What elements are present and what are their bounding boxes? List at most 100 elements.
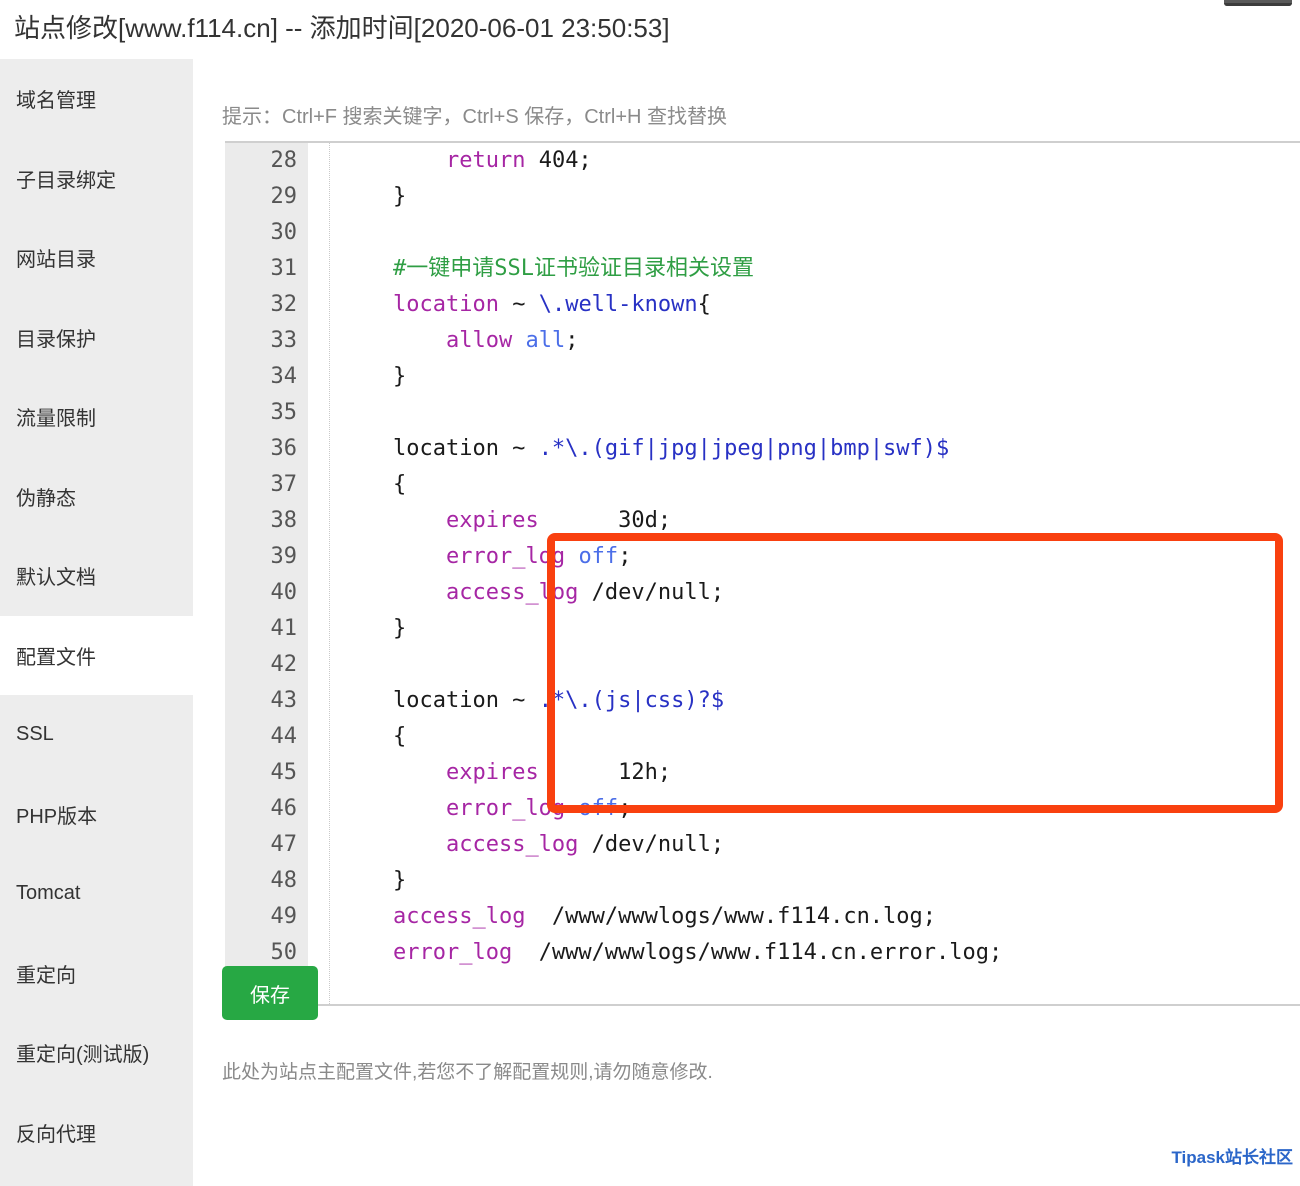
code-line[interactable]: 50 error_log /www/wwwlogs/www.f114.cn.er…	[225, 935, 1300, 971]
code-line[interactable]: 36 location ~ .*\.(gif|jpg|jpeg|png|bmp|…	[225, 431, 1300, 467]
code-line[interactable]: 38 expires 30d;	[225, 503, 1300, 539]
line-content: #一键申请SSL证书验证目录相关设置	[340, 256, 754, 281]
line-number: 43	[270, 688, 298, 713]
line-content: location ~ .*\.(gif|jpg|jpeg|png|bmp|swf…	[340, 436, 950, 461]
code-line[interactable]: 46 error_log off;	[225, 791, 1300, 827]
line-content: error_log off;	[445, 544, 632, 569]
line-content: error_log off;	[445, 796, 632, 821]
line-number: 46	[270, 796, 298, 821]
main-panel: 提示：Ctrl+F 搜索关键字，Ctrl+S 保存，Ctrl+H 查找替换 28…	[193, 59, 1300, 1186]
sidebar-item-9[interactable]: PHP版本	[0, 775, 193, 855]
sidebar-item-label: 流量限制	[16, 408, 96, 431]
sidebar-item-label: SSL	[16, 723, 54, 746]
line-number: 48	[270, 868, 298, 893]
sidebar-item-3[interactable]: 目录保护	[0, 298, 193, 378]
line-number: 40	[270, 580, 298, 605]
sidebar-item-7[interactable]: 配置文件	[0, 615, 193, 695]
code-line[interactable]: 33 allow all;	[225, 323, 1300, 359]
sidebar-item-label: Tomcat	[16, 882, 81, 905]
code-line[interactable]: 37 {	[225, 467, 1300, 503]
page-title: 站点修改[www.f114.cn] -- 添加时间[2020-06-01 23:…	[14, 13, 670, 43]
config-warning-note: 此处为站点主配置文件,若您不了解配置规则,请勿随意修改.	[222, 1062, 713, 1083]
code-line[interactable]: 43 location ~ .*\.(js|css)?$	[225, 683, 1300, 719]
sidebar-item-label: 子目录绑定	[16, 169, 116, 192]
line-number: 34	[270, 364, 298, 389]
line-content: {	[340, 724, 407, 749]
sidebar-item-label: 默认文档	[16, 567, 96, 590]
line-content: location ~ \.well-known{	[392, 292, 711, 317]
line-number: 39	[270, 544, 298, 569]
sidebar-item-label: 伪静态	[16, 487, 76, 510]
line-number: 49	[270, 904, 298, 929]
line-content: }	[340, 868, 407, 893]
code-line[interactable]: 45 expires 12h;	[225, 755, 1300, 791]
sidebar-item-13[interactable]: 反向代理	[0, 1093, 193, 1173]
sidebar-item-10[interactable]: Tomcat	[0, 854, 193, 934]
sidebar-item-label: 域名管理	[16, 90, 96, 113]
line-number: 41	[270, 616, 298, 641]
sidebar: 域名管理子目录绑定网站目录目录保护流量限制伪静态默认文档配置文件 SSL PHP版本…	[0, 59, 193, 1186]
code-line[interactable]: 28 return 404;	[225, 143, 1300, 179]
code-line[interactable]: 49 access_log /www/wwwlogs/www.f114.cn.l…	[225, 899, 1300, 935]
code-line[interactable]: 48 }	[225, 863, 1300, 899]
sidebar-item-label: PHP版本	[16, 805, 98, 828]
line-number: 36	[270, 436, 298, 461]
line-number: 33	[270, 328, 298, 353]
line-number: 47	[270, 832, 298, 857]
line-content: allow all;	[445, 328, 579, 353]
code-line[interactable]: 44 {	[225, 719, 1300, 755]
line-number: 45	[270, 760, 298, 785]
sidebar-item-4[interactable]: 流量限制	[0, 377, 193, 457]
line-content: {	[340, 472, 407, 497]
line-number: 35	[270, 400, 298, 425]
code-line[interactable]: 42	[225, 647, 1300, 683]
code-line[interactable]: 39 error_log off;	[225, 539, 1300, 575]
line-content: access_log /www/wwwlogs/www.f114.cn.log;	[392, 904, 937, 929]
code-line[interactable]: 34 }	[225, 359, 1300, 395]
editor-code-area[interactable]: 28 return 404; 29 } 30 31 #一键申请SSL证书验证目录相关设…	[225, 143, 1300, 1004]
line-content: location ~ .*\.(js|css)?$	[340, 688, 725, 713]
sidebar-item-label: 配置文件	[16, 646, 96, 669]
line-number: 37	[270, 472, 298, 497]
code-line[interactable]: 29 }	[225, 179, 1300, 215]
line-content: }	[340, 364, 407, 389]
sidebar-item-2[interactable]: 网站目录	[0, 218, 193, 298]
window-chrome-button[interactable]	[1224, 0, 1292, 6]
line-number: 29	[270, 184, 298, 209]
sidebar-item-0[interactable]: 域名管理	[0, 59, 193, 139]
code-line[interactable]: 47 access_log /dev/null;	[225, 827, 1300, 863]
line-content: access_log /dev/null;	[445, 580, 725, 605]
line-number: 32	[270, 292, 298, 317]
line-number: 31	[270, 256, 298, 281]
code-line[interactable]: 31 #一键申请SSL证书验证目录相关设置	[225, 251, 1300, 287]
line-number: 44	[270, 724, 298, 749]
line-content: expires 30d;	[445, 508, 672, 533]
brand-link[interactable]: Tipask站长社区	[1171, 1143, 1293, 1168]
sidebar-item-5[interactable]: 伪静态	[0, 457, 193, 537]
line-content: expires 12h;	[445, 760, 672, 785]
sidebar-item-6[interactable]: 默认文档	[0, 536, 193, 616]
line-content: error_log /www/wwwlogs/www.f114.cn.error…	[392, 940, 1003, 965]
save-button[interactable]: 保存	[222, 966, 318, 1020]
line-content: }	[340, 184, 407, 209]
line-content: access_log /dev/null;	[445, 832, 725, 857]
line-number: 38	[270, 508, 298, 533]
sidebar-item-label: 目录保护	[16, 328, 96, 351]
sidebar-item-8[interactable]: SSL	[0, 695, 193, 775]
sidebar-item-label: 反向代理	[16, 1123, 96, 1146]
code-line[interactable]: 30	[225, 215, 1300, 251]
line-number: 42	[270, 652, 298, 677]
code-line[interactable]: 41 }	[225, 611, 1300, 647]
config-file-editor[interactable]: 28 return 404; 29 } 30 31 #一键申请SSL证书验证目录相关设…	[225, 141, 1300, 1006]
line-number: 30	[270, 220, 298, 245]
sidebar-item-label: 重定向(测试版)	[16, 1044, 150, 1067]
sidebar-item-label: 网站目录	[16, 249, 96, 272]
line-content: }	[340, 616, 407, 641]
sidebar-item-1[interactable]: 子目录绑定	[0, 139, 193, 219]
code-line[interactable]: 40 access_log /dev/null;	[225, 575, 1300, 611]
code-line[interactable]: 35	[225, 395, 1300, 431]
code-line[interactable]: 32 location ~ \.well-known{	[225, 287, 1300, 323]
sidebar-item-11[interactable]: 重定向	[0, 934, 193, 1014]
shortcut-hint: 提示：Ctrl+F 搜索关键字，Ctrl+S 保存，Ctrl+H 查找替换	[222, 106, 728, 128]
sidebar-item-12[interactable]: 重定向(测试版)	[0, 1013, 193, 1093]
